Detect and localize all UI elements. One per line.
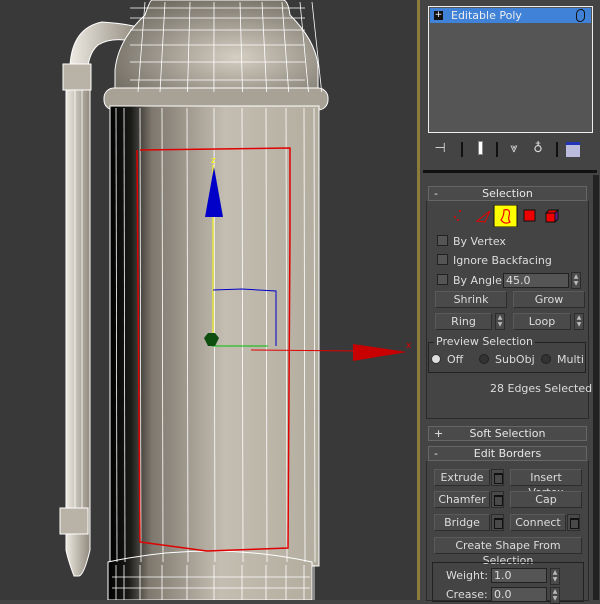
rollout-title: Edit Borders: [474, 447, 541, 460]
ring-button[interactable]: Ring: [435, 313, 492, 330]
perspective-viewport[interactable]: z x: [0, 0, 417, 600]
modifier-stack-list[interactable]: + Editable Poly: [428, 6, 593, 133]
bridge-settings-button[interactable]: [491, 514, 504, 531]
remove-modifier-icon[interactable]: ♁: [530, 141, 546, 157]
toolbar-separator: [461, 142, 463, 157]
selection-status-text: 28 Edges Selected: [490, 382, 592, 395]
chamfer-settings-button[interactable]: [491, 491, 504, 508]
border-level-icon[interactable]: [494, 205, 517, 227]
loop-button[interactable]: Loop: [513, 313, 571, 330]
edit-borders-rollout-header[interactable]: - Edit Borders: [428, 446, 587, 461]
by-vertex-label: By Vertex: [453, 235, 506, 248]
stack-item-editable-poly[interactable]: + Editable Poly: [430, 8, 591, 23]
z-axis-label: z: [211, 156, 216, 166]
preview-subobj-label: SubObj: [495, 353, 535, 366]
element-level-icon[interactable]: [546, 210, 558, 222]
subobject-level-toolbar: [448, 205, 568, 227]
connect-button[interactable]: Connect: [510, 514, 566, 531]
panel-scrollbar[interactable]: [593, 175, 599, 600]
command-panel-modify: + Editable Poly ⊣ ⩔ ♁ - Selection By Vert…: [420, 0, 600, 600]
selection-rollout-header[interactable]: - Selection: [428, 186, 587, 201]
border-subobject-icon: [576, 9, 585, 22]
viewport-scene: z x: [0, 0, 417, 600]
x-axis-arrow: [353, 344, 407, 361]
rollout-title: Soft Selection: [470, 427, 546, 440]
crease-label: Crease:: [446, 588, 488, 601]
rollout-title: Selection: [482, 187, 533, 200]
bridge-button[interactable]: Bridge: [434, 514, 490, 531]
by-angle-input[interactable]: 45.0: [503, 273, 569, 288]
make-unique-icon[interactable]: ⩔: [506, 141, 522, 157]
preview-multi-radio[interactable]: [541, 354, 551, 364]
by-angle-spinner[interactable]: ▲▼: [571, 272, 581, 289]
ignore-backfacing-checkbox[interactable]: [437, 254, 448, 265]
by-angle-label: By Angle:: [453, 274, 506, 287]
preview-subobj-radio[interactable]: [479, 354, 489, 364]
preview-multi-label: Multi: [557, 353, 584, 366]
grow-button[interactable]: Grow: [513, 291, 585, 308]
polygon-level-icon[interactable]: [524, 210, 535, 221]
pin-stack-icon[interactable]: ⊣: [432, 141, 448, 157]
connect-settings-button[interactable]: [567, 514, 580, 531]
shrink-button[interactable]: Shrink: [435, 291, 507, 308]
weight-label: Weight:: [446, 569, 488, 582]
toolbar-separator: [496, 142, 498, 157]
stack-item-label: Editable Poly: [451, 9, 522, 22]
toolbar-separator: [556, 142, 558, 157]
create-shape-from-selection-button[interactable]: Create Shape From Selection: [434, 537, 582, 554]
panel-divider: [423, 170, 597, 173]
expand-sign: +: [434, 427, 443, 440]
insert-vertex-button[interactable]: Insert Vertex: [510, 469, 582, 486]
soft-selection-rollout-header[interactable]: + Soft Selection: [428, 426, 587, 441]
weight-spinner[interactable]: ▲▼: [550, 568, 560, 585]
by-vertex-checkbox[interactable]: [437, 235, 448, 246]
preview-off-radio[interactable]: [431, 354, 441, 364]
preview-off-label: Off: [447, 353, 463, 366]
loop-spinner[interactable]: ▲▼: [574, 313, 584, 330]
show-end-result-icon[interactable]: [472, 141, 488, 157]
crease-spinner[interactable]: ▲▼: [550, 587, 560, 604]
cap-button[interactable]: Cap: [510, 491, 582, 508]
expand-plus-icon[interactable]: +: [434, 11, 443, 20]
preview-selection-label: Preview Selection: [434, 335, 535, 348]
vertex-level-icon[interactable]: [454, 210, 461, 221]
collapse-sign: -: [434, 187, 438, 200]
edge-level-icon[interactable]: [477, 211, 490, 222]
chamfer-button[interactable]: Chamfer: [434, 491, 490, 508]
ring-spinner[interactable]: ▲▼: [495, 313, 505, 330]
ignore-backfacing-label: Ignore Backfacing: [453, 254, 552, 267]
by-angle-checkbox[interactable]: [437, 274, 448, 285]
extrude-settings-button[interactable]: [491, 469, 504, 486]
extrude-button[interactable]: Extrude: [434, 469, 490, 486]
configure-modifier-sets-icon[interactable]: [566, 142, 580, 157]
weight-input[interactable]: 1.0: [491, 568, 547, 583]
x-axis-label: x: [406, 341, 412, 351]
collapse-sign: -: [434, 447, 438, 460]
